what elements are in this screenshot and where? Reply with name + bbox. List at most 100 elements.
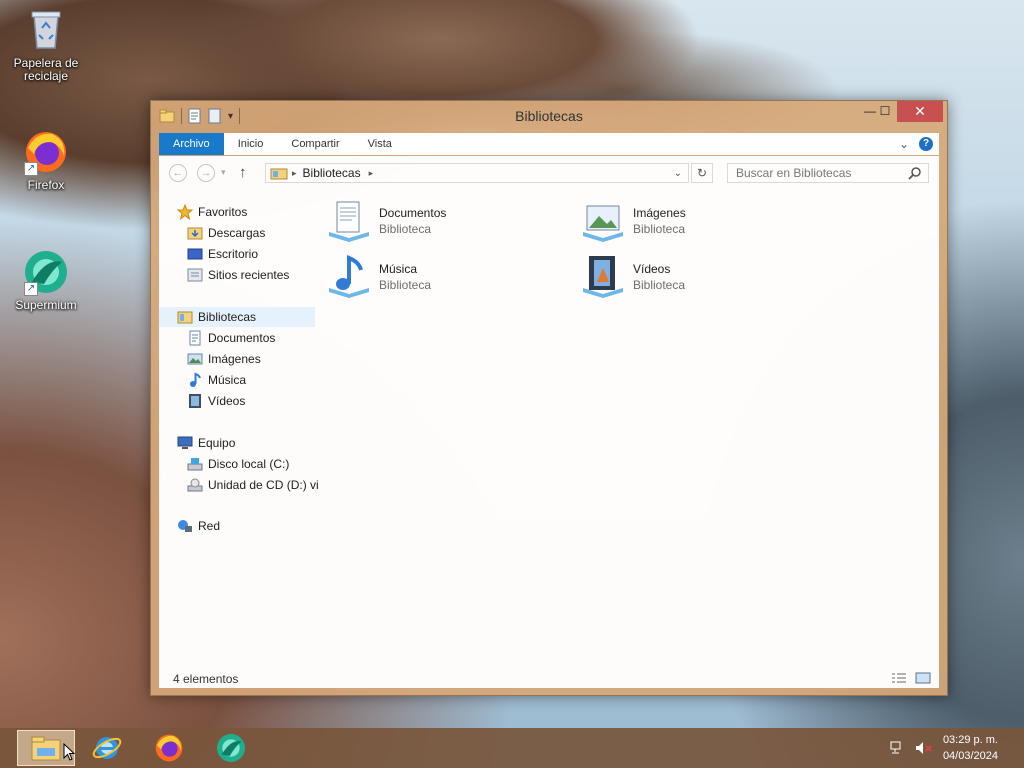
up-button[interactable]: ↑ [239,164,247,181]
window-title: Bibliotecas [515,108,583,124]
tab-vista[interactable]: Vista [354,133,406,155]
search-box[interactable] [727,163,929,183]
back-button[interactable]: ← [169,164,187,182]
view-switcher [891,672,931,684]
recent-locations-chevron-icon[interactable]: ▾ [221,167,226,178]
file-explorer-icon [31,736,61,761]
documents-library-icon [329,201,369,242]
navigation-pane: Favoritos Descargas Escritorio Sitios re… [159,196,319,666]
clock[interactable]: 03:29 p. m. 04/03/2024 [943,732,998,764]
nav-item-unidad-cd[interactable]: Unidad de CD (D:) vi [187,475,319,495]
nav-label: Red [198,519,221,533]
breadcrumb-bibliotecas[interactable]: Bibliotecas [303,166,361,180]
desktop-folder-icon [187,248,203,260]
nav-label: Vídeos [208,394,246,408]
address-bar[interactable]: ▸ Bibliotecas ▸ ⌄ [265,163,689,183]
nav-item-imagenes[interactable]: Imágenes [187,349,261,369]
taskbar-firefox[interactable] [140,730,198,766]
title-bar[interactable]: ▾ Bibliotecas — ☐ ✕ [151,101,947,131]
tab-archivo[interactable]: Archivo [159,133,224,155]
library-name: Música [379,262,418,276]
shortcut-arrow-icon: ↗ [24,282,38,296]
tab-inicio[interactable]: Inicio [224,133,278,155]
nav-label: Unidad de CD (D:) vi [208,478,319,492]
library-name: Documentos [379,206,447,220]
nav-item-videos[interactable]: Vídeos [187,391,245,411]
help-icon[interactable]: ? [919,137,933,151]
library-tile-documentos[interactable]: Documentos Biblioteca [325,198,565,248]
library-type: Biblioteca [379,222,432,236]
nav-label: Descargas [208,226,266,240]
large-icons-view-icon[interactable] [915,672,931,684]
nav-item-documentos[interactable]: Documentos [187,328,275,348]
maximize-button[interactable]: ☐ [870,101,900,122]
desktop-icon-supermium[interactable]: ↗ Supermium [8,248,84,312]
library-tile-videos[interactable]: Vídeos Biblioteca [579,254,819,304]
library-type: Biblioteca [633,278,686,292]
taskbar-internet-explorer[interactable] [78,730,136,766]
nav-network[interactable]: Red [177,516,220,536]
desktop-icon-recycle-bin[interactable]: Papelera de reciclaje [8,6,84,83]
breadcrumb-separator-icon[interactable]: ▸ [369,168,374,179]
taskbar-file-explorer[interactable] [17,730,75,766]
firefox-icon: ↗ [22,128,70,176]
pictures-icon [187,353,203,365]
system-tray: 03:29 p. m. 04/03/2024 [889,728,1024,768]
computer-icon [177,436,193,449]
shortcut-arrow-icon: ↗ [24,162,38,176]
nav-item-musica[interactable]: Música [187,370,246,390]
explorer-window: ▾ Bibliotecas — ☐ ✕ Archivo Inicio Compa… [150,100,948,696]
nav-item-disco-local[interactable]: Disco local (C:) [187,454,289,474]
expand-ribbon-chevron-icon[interactable]: ⌄ [899,137,909,151]
desktop-icon-firefox[interactable]: ↗ Firefox [8,128,84,192]
documents-icon [189,330,201,346]
recent-places-icon [187,268,203,282]
status-item-count: 4 elementos [173,672,239,686]
clock-date: 04/03/2024 [942,750,998,762]
refresh-button[interactable]: ↻ [691,163,713,183]
nav-item-sitios-recientes[interactable]: Sitios recientes [187,265,289,285]
details-view-icon[interactable] [891,672,907,684]
library-tile-imagenes[interactable]: Imágenes Biblioteca [579,198,819,248]
nav-label: Sitios recientes [208,268,290,282]
desktop-icon-label: Firefox [27,178,65,192]
desktop-icon-label: Papelera de reciclaje [13,56,79,83]
forward-button[interactable]: → [197,164,215,182]
breadcrumb-separator-icon[interactable]: ▸ [292,168,297,179]
nav-item-descargas[interactable]: Descargas [187,223,265,243]
address-dropdown-chevron-icon[interactable]: ⌄ [674,168,682,179]
nav-libraries[interactable]: Bibliotecas [159,307,315,327]
nav-label: Equipo [198,436,236,450]
library-type: Biblioteca [633,222,686,236]
library-tile-musica[interactable]: Música Biblioteca [325,254,565,304]
libraries-icon [177,311,193,324]
videos-icon [189,394,201,408]
close-button[interactable]: ✕ [897,101,943,122]
nav-computer[interactable]: Equipo [177,433,235,453]
search-icon[interactable] [908,166,922,180]
firefox-icon [155,734,183,762]
music-library-icon [329,255,369,298]
search-input[interactable] [728,165,908,181]
library-name: Vídeos [633,262,671,276]
supermium-icon [217,734,245,762]
tab-compartir[interactable]: Compartir [277,133,353,155]
recycle-bin-icon [22,6,70,54]
navigation-bar: ← → ▾ ↑ ▸ Bibliotecas ▸ ⌄ ↻ [159,156,939,190]
library-type: Biblioteca [379,278,432,292]
explorer-client-area: ← → ▾ ↑ ▸ Bibliotecas ▸ ⌄ ↻ Favoritos [159,156,939,688]
nav-label: Disco local (C:) [208,457,290,471]
content-pane: Documentos Biblioteca Imágenes Bibliotec… [325,196,935,666]
volume-muted-icon[interactable] [915,740,933,756]
supermium-icon: ↗ [22,248,70,296]
libraries-icon [270,168,288,180]
nav-item-escritorio[interactable]: Escritorio [187,244,258,264]
network-icon[interactable] [889,740,905,756]
taskbar-supermium[interactable] [202,730,260,766]
nav-favorites[interactable]: Favoritos [177,202,247,222]
nav-label: Favoritos [198,205,248,219]
ribbon-tabs: Archivo Inicio Compartir Vista ⌄ ? [159,133,939,155]
desktop-icon-label: Supermium [15,298,77,312]
star-icon [177,204,193,220]
internet-explorer-icon [92,737,122,759]
